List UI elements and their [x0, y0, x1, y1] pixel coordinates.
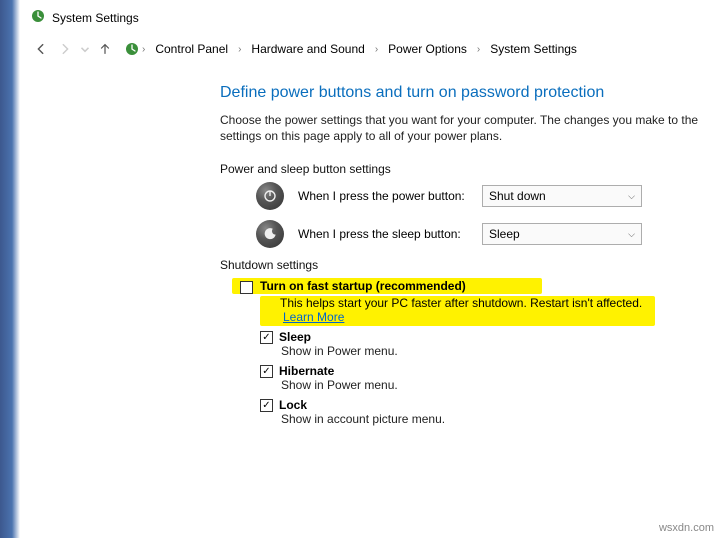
- sleep-button-value: Sleep: [489, 227, 520, 241]
- chevron-right-icon[interactable]: ›: [236, 44, 243, 55]
- lock-label: Lock: [279, 398, 307, 412]
- sleep-icon: [256, 220, 284, 248]
- page-description: Choose the power settings that you want …: [220, 112, 720, 144]
- chevron-down-icon: ⌵: [628, 229, 635, 240]
- hibernate-label: Hibernate: [279, 364, 334, 378]
- navigation-bar: › Control Panel › Hardware and Sound › P…: [30, 38, 585, 60]
- window-title: System Settings: [52, 11, 139, 25]
- chevron-right-icon[interactable]: ›: [140, 44, 147, 55]
- power-options-icon: [124, 41, 140, 57]
- sleep-button-label: When I press the sleep button:: [298, 227, 468, 241]
- fast-startup-sub: This helps start your PC faster after sh…: [260, 296, 655, 326]
- forward-button[interactable]: [54, 38, 76, 60]
- fast-startup-row: Turn on fast startup (recommended): [232, 278, 542, 294]
- sleep-label: Sleep: [279, 330, 311, 344]
- power-options-icon: [30, 8, 46, 27]
- lock-sub: Show in account picture menu.: [281, 412, 720, 426]
- lock-checkbox[interactable]: [260, 399, 273, 412]
- fast-startup-checkbox[interactable]: [240, 281, 253, 294]
- section-power-sleep-heading: Power and sleep button settings: [220, 162, 720, 176]
- sleep-checkbox[interactable]: [260, 331, 273, 344]
- power-icon: [256, 182, 284, 210]
- power-button-value: Shut down: [489, 189, 546, 203]
- breadcrumb-control-panel[interactable]: Control Panel: [147, 39, 236, 59]
- sleep-sub: Show in Power menu.: [281, 344, 720, 358]
- chevron-down-icon: ⌵: [628, 191, 635, 202]
- learn-more-link[interactable]: Learn More: [283, 310, 344, 324]
- breadcrumb-power-options[interactable]: Power Options: [380, 39, 475, 59]
- sleep-button-row: When I press the sleep button: Sleep ⌵: [256, 220, 720, 248]
- content-area: Define power buttons and turn on passwor…: [220, 84, 720, 432]
- window-titlebar: System Settings: [30, 8, 139, 27]
- breadcrumb-hardware-sound[interactable]: Hardware and Sound: [243, 39, 372, 59]
- page-title: Define power buttons and turn on passwor…: [220, 84, 720, 102]
- recent-dropdown[interactable]: [78, 38, 92, 60]
- up-button[interactable]: [94, 38, 116, 60]
- breadcrumb-system-settings[interactable]: System Settings: [482, 39, 585, 59]
- chevron-right-icon[interactable]: ›: [475, 44, 482, 55]
- back-button[interactable]: [30, 38, 52, 60]
- power-button-dropdown[interactable]: Shut down ⌵: [482, 185, 642, 207]
- breadcrumb: › Control Panel › Hardware and Sound › P…: [124, 39, 585, 59]
- power-button-label: When I press the power button:: [298, 189, 468, 203]
- chevron-right-icon[interactable]: ›: [373, 44, 380, 55]
- window-left-edge: [0, 0, 20, 538]
- hibernate-sub: Show in Power menu.: [281, 378, 720, 392]
- hibernate-row: Hibernate: [260, 364, 720, 378]
- section-shutdown-heading: Shutdown settings: [220, 258, 720, 272]
- sleep-button-dropdown[interactable]: Sleep ⌵: [482, 223, 642, 245]
- power-button-row: When I press the power button: Shut down…: [256, 182, 720, 210]
- shutdown-settings-section: Shutdown settings Turn on fast startup (…: [220, 258, 720, 426]
- sleep-row: Sleep: [260, 330, 720, 344]
- lock-row: Lock: [260, 398, 720, 412]
- hibernate-checkbox[interactable]: [260, 365, 273, 378]
- watermark: wsxdn.com: [659, 522, 714, 534]
- fast-startup-label: Turn on fast startup (recommended): [260, 279, 538, 293]
